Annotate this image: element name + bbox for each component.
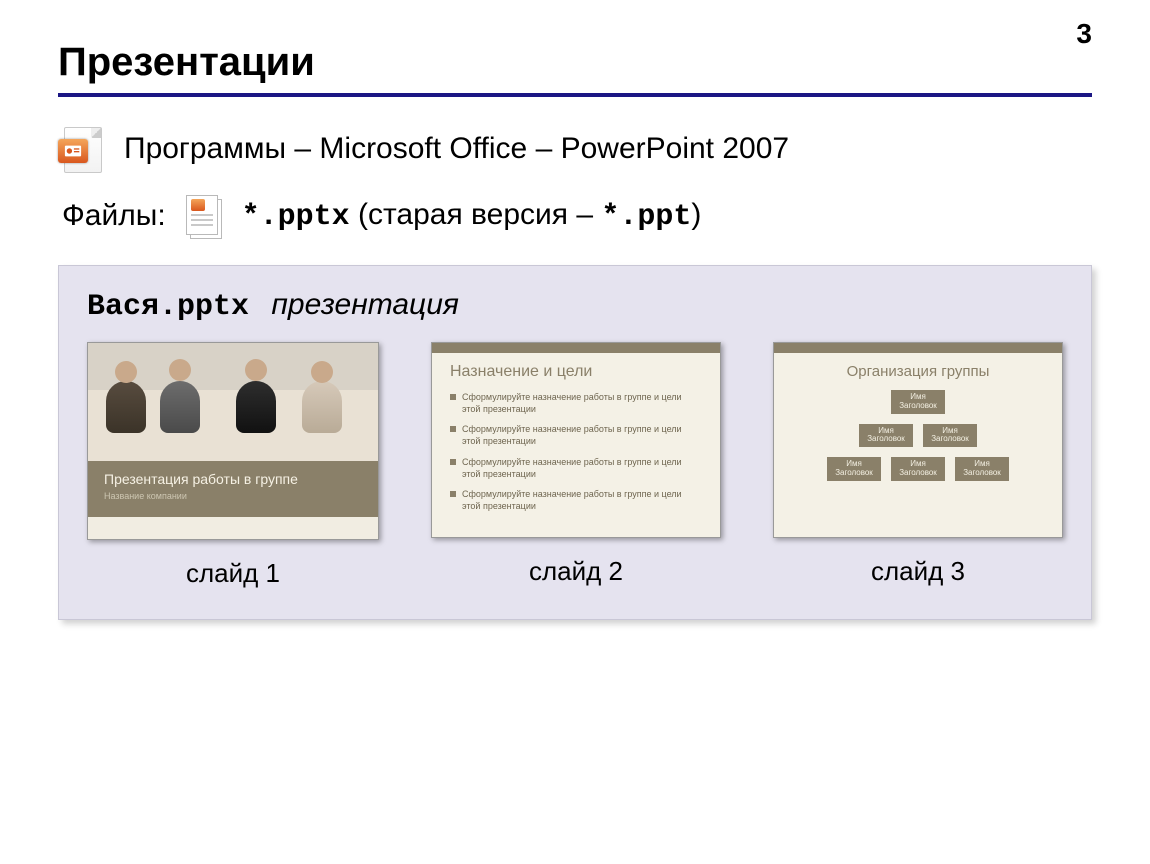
slide3-caption: слайд 3 (871, 556, 965, 587)
slide-page: 3 Презентации Программы – Microsoft Offi… (0, 0, 1150, 864)
slide3-title: Организация группы (786, 363, 1050, 380)
org-node: ИмяЗаголовок (827, 457, 881, 481)
slide1-photo (88, 343, 378, 461)
org-node: ИмяЗаголовок (891, 390, 945, 414)
list-item: Сформулируйте назначение работы в группе… (450, 423, 702, 447)
org-node: ИмяЗаголовок (859, 424, 913, 448)
slide1-subtitle: Название компании (104, 491, 362, 501)
pptx-file-icon (184, 193, 224, 239)
slide-thumbnail-2: Назначение и цели Сформулируйте назначен… (431, 342, 721, 538)
slide2-bullets: Сформулируйте назначение работы в группе… (450, 391, 702, 512)
thumbnails-row: Презентация работы в группе Название ком… (87, 342, 1063, 589)
panel-title: Вася.pptx презентация (87, 288, 1063, 324)
ext-mid: (старая версия – (350, 198, 602, 231)
example-panel: Вася.pptx презентация Презентация работы… (58, 265, 1092, 620)
list-item: Сформулируйте назначение работы в группе… (450, 456, 702, 480)
programs-line: Программы – Microsoft Office – PowerPoin… (58, 125, 1092, 173)
org-node: ИмяЗаголовок (891, 457, 945, 481)
slide2-caption: слайд 2 (529, 556, 623, 587)
list-item: Сформулируйте назначение работы в группе… (450, 391, 702, 415)
thumb-col-2: Назначение и цели Сформулируйте назначен… (431, 342, 721, 589)
ext-pptx: *.pptx (242, 200, 350, 234)
org-node: ИмяЗаголовок (955, 457, 1009, 481)
thumb-col-3: Организация группы ИмяЗаголовок ИмяЗагол… (773, 342, 1063, 589)
panel-label: презентация (271, 288, 459, 321)
files-ext-text: *.pptx (старая версия – *.ppt) (242, 198, 702, 234)
slide1-caption: слайд 1 (186, 558, 280, 589)
page-title: Презентации (58, 40, 1092, 85)
ext-ppt: *.ppt (601, 200, 691, 234)
page-number: 3 (1076, 18, 1092, 50)
org-node: ИмяЗаголовок (923, 424, 977, 448)
slide1-title-bar: Презентация работы в группе Название ком… (88, 461, 378, 517)
title-rule (58, 93, 1092, 97)
slide2-title: Назначение и цели (450, 363, 702, 381)
ext-end: ) (691, 198, 701, 231)
slide1-title: Презентация работы в группе (104, 471, 362, 487)
panel-filename: Вася.pptx (87, 290, 249, 324)
files-label: Файлы: (62, 199, 166, 233)
slide-thumbnail-3: Организация группы ИмяЗаголовок ИмяЗагол… (773, 342, 1063, 538)
programs-text: Программы – Microsoft Office – PowerPoin… (124, 132, 789, 166)
list-item: Сформулируйте назначение работы в группе… (450, 488, 702, 512)
org-chart: ИмяЗаголовок ИмяЗаголовок ИмяЗаголовок И… (786, 390, 1050, 481)
files-line: Файлы: *.pptx (старая версия – *.ppt) (62, 193, 1092, 239)
powerpoint-app-icon (58, 125, 106, 173)
thumb-col-1: Презентация работы в группе Название ком… (87, 342, 379, 589)
slide-thumbnail-1: Презентация работы в группе Название ком… (87, 342, 379, 540)
